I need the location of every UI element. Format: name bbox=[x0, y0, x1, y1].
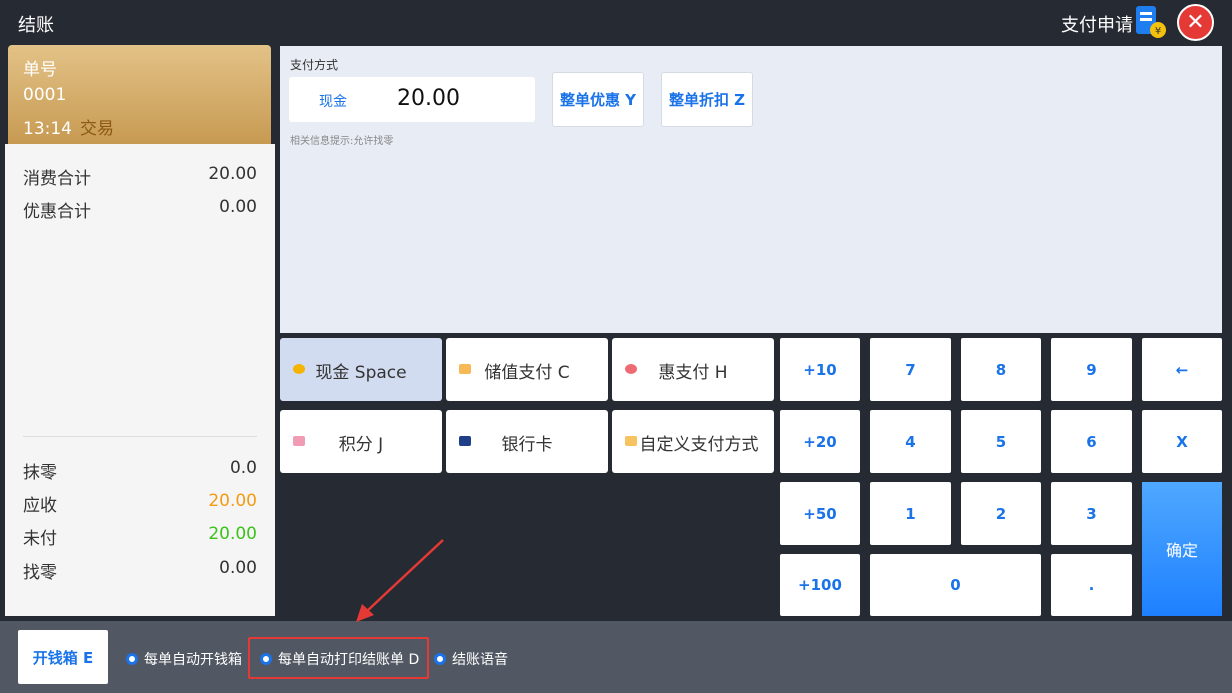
checkout-voice-option[interactable]: 结账语音 bbox=[434, 650, 508, 668]
payment-method-amount: 20.00 bbox=[397, 86, 460, 111]
pay-type-label: 现金 Space bbox=[315, 363, 407, 383]
key-plus-20[interactable]: +20 bbox=[780, 410, 860, 473]
confirm-button[interactable]: 确定 bbox=[1142, 482, 1222, 616]
payment-method-caption: 支付方式 bbox=[290, 58, 339, 72]
summary-value: 0.0 bbox=[229, 458, 257, 478]
pay-type-custom[interactable]: 自定义支付方式 bbox=[612, 410, 774, 473]
summary-panel: 消费合计 20.00 优惠合计 0.00 抹零 0.0 应收 20.00 未付 … bbox=[5, 144, 275, 616]
key-3[interactable]: 3 bbox=[1051, 482, 1132, 545]
summary-label: 找零 bbox=[23, 563, 57, 583]
summary-value: 20.00 bbox=[208, 524, 257, 544]
radio-dot bbox=[434, 653, 446, 665]
pay-type-bank-card[interactable]: 银行卡 bbox=[446, 410, 608, 473]
summary-row-discount: 优惠合计 0.00 bbox=[23, 197, 257, 222]
order-time: 13:14 bbox=[23, 119, 72, 139]
summary-row-change: 找零 0.00 bbox=[23, 558, 257, 583]
yen-badge: ¥ bbox=[1155, 26, 1161, 37]
pay-type-points[interactable]: 积分 J bbox=[280, 410, 442, 473]
option-label: 每单自动开钱箱 bbox=[144, 652, 242, 668]
key-4[interactable]: 4 bbox=[870, 410, 951, 473]
summary-label: 消费合计 bbox=[23, 169, 91, 189]
summary-divider bbox=[23, 436, 257, 437]
key-9[interactable]: 9 bbox=[1051, 338, 1132, 401]
summary-label: 优惠合计 bbox=[23, 202, 91, 222]
key-clear[interactable]: X bbox=[1142, 410, 1222, 473]
pay-type-stored-value[interactable]: 储值支付 C bbox=[446, 338, 608, 401]
pay-apply-link[interactable]: 支付申请 bbox=[1061, 11, 1133, 37]
order-time-row: 13:14 交易 bbox=[23, 114, 114, 139]
summary-label: 应收 bbox=[23, 496, 57, 516]
order-card: 单号 0001 13:14 交易 bbox=[8, 45, 271, 144]
key-5[interactable]: 5 bbox=[961, 410, 1041, 473]
pay-type-label: 自定义支付方式 bbox=[639, 435, 759, 455]
open-cash-drawer-button[interactable]: 开钱箱 E bbox=[18, 630, 108, 684]
pay-type-label: 惠支付 H bbox=[658, 363, 728, 383]
option-label: 每单自动打印结账单 D bbox=[278, 652, 420, 668]
payment-method-name: 现金 bbox=[319, 94, 347, 110]
summary-value: 20.00 bbox=[208, 491, 257, 511]
option-label: 结账语音 bbox=[452, 652, 508, 668]
key-dot[interactable]: . bbox=[1051, 554, 1132, 616]
close-icon: ✕ bbox=[1186, 10, 1205, 35]
pay-type-hui[interactable]: 惠支付 H bbox=[612, 338, 774, 401]
key-0[interactable]: 0 bbox=[870, 554, 1041, 616]
summary-label: 未付 bbox=[23, 529, 57, 549]
order-no-label: 单号 bbox=[23, 60, 57, 80]
key-plus-10[interactable]: +10 bbox=[780, 338, 860, 401]
auto-print-receipt-option[interactable]: 每单自动打印结账单 D bbox=[260, 650, 419, 668]
auto-open-drawer-option[interactable]: 每单自动开钱箱 bbox=[126, 650, 242, 668]
payment-method-panel: 支付方式 现金 20.00 整单优惠 Y 整单折扣 Z 相关信息提示:允许找零 bbox=[280, 46, 1222, 333]
key-plus-50[interactable]: +50 bbox=[780, 482, 860, 545]
radio-dot bbox=[260, 653, 272, 665]
summary-value: 0.00 bbox=[219, 197, 257, 217]
bottom-bar: 开钱箱 E 每单自动开钱箱 每单自动打印结账单 D 结账语音 bbox=[0, 621, 1232, 693]
summary-row-unpaid: 未付 20.00 bbox=[23, 524, 257, 549]
order-status: 交易 bbox=[80, 119, 114, 139]
key-backspace[interactable]: ← bbox=[1142, 338, 1222, 401]
pay-type-label: 银行卡 bbox=[501, 435, 553, 455]
receipt-icon[interactable]: ¥ bbox=[1133, 4, 1169, 40]
payment-method-entry[interactable]: 现金 20.00 bbox=[289, 77, 535, 122]
summary-row-total: 消费合计 20.00 bbox=[23, 164, 257, 189]
summary-label: 抹零 bbox=[23, 463, 57, 483]
pay-type-label: 积分 J bbox=[338, 435, 384, 455]
key-6[interactable]: 6 bbox=[1051, 410, 1132, 473]
key-8[interactable]: 8 bbox=[961, 338, 1041, 401]
summary-value: 0.00 bbox=[219, 558, 257, 578]
close-button[interactable]: ✕ bbox=[1177, 4, 1214, 41]
whole-order-discount-button[interactable]: 整单优惠 Y bbox=[552, 72, 644, 127]
summary-row-receivable: 应收 20.00 bbox=[23, 491, 257, 516]
page-title: 结账 bbox=[18, 15, 54, 36]
key-7[interactable]: 7 bbox=[870, 338, 951, 401]
pay-type-cash[interactable]: 现金 Space bbox=[280, 338, 442, 401]
key-2[interactable]: 2 bbox=[961, 482, 1041, 545]
radio-dot bbox=[126, 653, 138, 665]
key-plus-100[interactable]: +100 bbox=[780, 554, 860, 616]
summary-value: 20.00 bbox=[208, 164, 257, 184]
order-no-value: 0001 bbox=[23, 85, 67, 105]
payment-hint: 相关信息提示:允许找零 bbox=[290, 136, 394, 147]
top-bar: 结账 支付申请 ¥ ✕ bbox=[0, 0, 1232, 44]
summary-row-rounding: 抹零 0.0 bbox=[23, 458, 257, 483]
whole-order-rebate-button[interactable]: 整单折扣 Z bbox=[661, 72, 753, 127]
key-1[interactable]: 1 bbox=[870, 482, 951, 545]
pay-type-label: 储值支付 C bbox=[484, 363, 570, 383]
